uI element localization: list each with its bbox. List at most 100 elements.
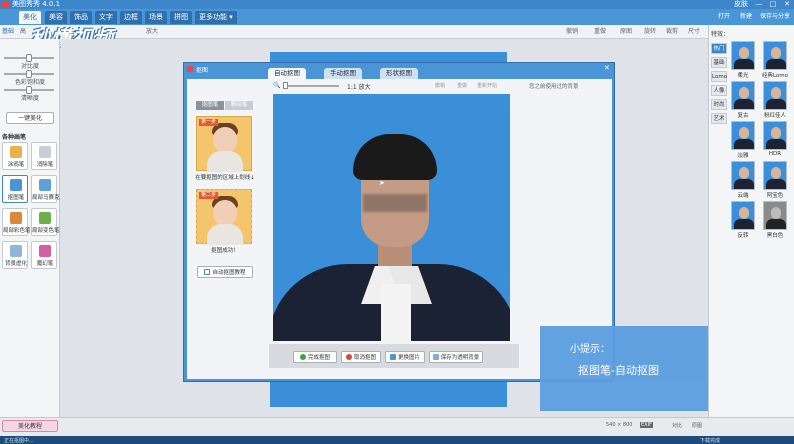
dialog-undo-button[interactable]: 撤销: [435, 82, 445, 89]
portrait-photo[interactable]: [273, 94, 510, 341]
skin-button[interactable]: 皮肤: [734, 0, 748, 9]
size-button[interactable]: 尺寸: [688, 27, 700, 37]
redo-button[interactable]: 重做: [594, 27, 606, 37]
tab-delete-brush[interactable]: 删除笔: [225, 101, 253, 110]
dialog-redo-button[interactable]: 重做: [457, 82, 467, 89]
eraser-brush-button[interactable]: 消除笔: [31, 142, 57, 170]
effect-thumbnail[interactable]: [763, 81, 787, 110]
original-button[interactable]: 原图: [620, 27, 632, 37]
zoom-text[interactable]: 1:1 放大: [347, 82, 371, 91]
save-share-button[interactable]: 保存与分享: [760, 11, 790, 23]
exif-badge[interactable]: EXIF: [640, 422, 653, 428]
effect-thumbnail[interactable]: [731, 41, 755, 70]
zoom-label[interactable]: 放大: [146, 27, 158, 37]
hint-box: 小提示： 抠图笔-自动抠图: [540, 326, 708, 411]
effects-tab-portrait[interactable]: 人像: [711, 85, 727, 96]
effect-thumbnail[interactable]: [763, 41, 787, 70]
one-click-beautify-button[interactable]: 一键美化: [6, 112, 54, 124]
effect-label: 淡雅: [737, 153, 749, 159]
effect-thumbnail[interactable]: [731, 201, 755, 230]
effect-thumbnail[interactable]: [731, 161, 755, 190]
crop-button[interactable]: 裁剪: [666, 27, 678, 37]
image-size: 540 × 800: [606, 422, 633, 428]
dialog-close-icon[interactable]: ✕: [604, 64, 610, 72]
effect-thumbnail[interactable]: [763, 121, 787, 150]
left-panel: 对比度 色彩饱和度 清晰度 一键美化 各种画笔 涂鸦笔 消除笔 抠图笔 局部马赛…: [0, 39, 60, 417]
step1-caption: 在要抠图的区域上划线↓: [195, 175, 255, 181]
effect-thumbnail[interactable]: [731, 81, 755, 110]
step1-sample: 第一步: [196, 116, 252, 172]
tab-cutout-brush[interactable]: 抠图笔: [196, 101, 224, 110]
effect-thumbnail[interactable]: [763, 161, 787, 190]
brushes-section-title: 各种画笔: [2, 134, 27, 141]
maximize-button[interactable]: □: [766, 0, 780, 9]
effect-label: 黑白色: [766, 233, 784, 239]
previous-backgrounds-hint: 您之前使用过的背景: [529, 84, 579, 90]
effects-tab-basic[interactable]: 基础: [711, 57, 727, 68]
dialog-icon: [187, 66, 193, 72]
tab-advanced[interactable]: 高: [20, 27, 26, 37]
tab-collage[interactable]: 拼图: [170, 11, 192, 24]
tab-more[interactable]: 更多功能 ▾: [195, 11, 237, 24]
slider-sharpness[interactable]: [4, 86, 54, 94]
hint-title: 小提示：: [570, 344, 610, 355]
app-logo-icon: [2, 1, 9, 8]
tab-scene[interactable]: 场景: [145, 11, 167, 24]
effect-label: 柔光: [737, 73, 749, 79]
close-button[interactable]: ✕: [780, 0, 794, 9]
color-brush-button[interactable]: 局部彩色笔: [2, 208, 31, 236]
effect-label: 经典Lomo: [761, 73, 789, 79]
effect-label: HDR: [768, 151, 782, 157]
undo-button[interactable]: 撤销: [566, 27, 578, 37]
dialog-restart-button[interactable]: 重新开始: [477, 82, 497, 89]
effect-label: 云端: [737, 193, 749, 199]
open-button[interactable]: 打开: [718, 11, 730, 23]
taskbar: 正在抠图中... 下载完成: [0, 436, 794, 444]
effect-thumbnail[interactable]: [763, 201, 787, 230]
cursor-icon: ➤: [379, 179, 385, 187]
tab-frame[interactable]: 边框: [120, 11, 142, 24]
step2-caption: 抠图成功！: [211, 248, 239, 254]
slider-label: 清晰度: [20, 95, 39, 102]
slider-contrast[interactable]: [4, 54, 54, 62]
effect-label: 反转: [737, 233, 749, 239]
effect-label: 粉红佳人: [763, 113, 786, 119]
tutorial-icon: [204, 269, 211, 275]
auto-cutout-tutorial-button[interactable]: 自动抠图教程: [197, 266, 253, 278]
cancel-cutout-button[interactable]: 取消抠图: [341, 351, 381, 363]
tab-basic[interactable]: 基础: [2, 27, 14, 37]
change-image-button[interactable]: 更换图片: [385, 351, 425, 363]
rotate-button[interactable]: 旋转: [644, 27, 656, 37]
recolor-brush-button[interactable]: 局部变色笔: [31, 208, 60, 236]
effects-tab-hot[interactable]: 热门: [711, 43, 727, 54]
slider-saturation[interactable]: [4, 70, 54, 78]
tab-auto-cutout[interactable]: 自动抠图: [268, 68, 306, 79]
new-button[interactable]: 新建: [740, 11, 752, 23]
minimize-button[interactable]: —: [752, 0, 766, 9]
doodle-brush-button[interactable]: 涂鸦笔: [2, 142, 28, 170]
title-bar: 美图秀秀 4.0.1 皮肤 — □ ✕: [0, 0, 794, 9]
zoom-slider[interactable]: [283, 85, 339, 87]
background-blur-button[interactable]: 背景虚化: [2, 241, 28, 269]
tab-shape-cutout[interactable]: 形状抠图: [380, 68, 418, 79]
cutout-brush-button[interactable]: 抠图笔: [2, 175, 28, 203]
effects-tab-art[interactable]: 艺术: [711, 113, 727, 124]
zoom-out-icon[interactable]: 🔍: [273, 82, 280, 89]
check-icon: [299, 354, 306, 360]
zoom-slider-knob[interactable]: [283, 82, 288, 89]
blur-icon: [10, 245, 22, 257]
effect-thumbnail[interactable]: [731, 121, 755, 150]
beautify-tutorial-button[interactable]: 美化教程: [2, 420, 58, 432]
recolor-icon: [39, 212, 51, 224]
mosaic-brush-button[interactable]: 局部马赛克: [31, 175, 60, 203]
compare-button[interactable]: 对比: [672, 422, 682, 429]
original-size-button[interactable]: 原图: [692, 422, 702, 429]
save-transparent-button[interactable]: 保存为透明背景: [429, 351, 483, 363]
cancel-icon: [345, 354, 352, 360]
magic-brush-button[interactable]: 魔幻笔: [31, 241, 57, 269]
tab-manual-cutout[interactable]: 手动抠图: [324, 68, 362, 79]
taskbar-left-text: 正在抠图中...: [4, 438, 34, 444]
effects-tab-fashion[interactable]: 时尚: [711, 99, 727, 110]
effects-tab-lomo[interactable]: Lomo: [711, 71, 727, 82]
finish-cutout-button[interactable]: 完成抠图: [293, 351, 337, 363]
